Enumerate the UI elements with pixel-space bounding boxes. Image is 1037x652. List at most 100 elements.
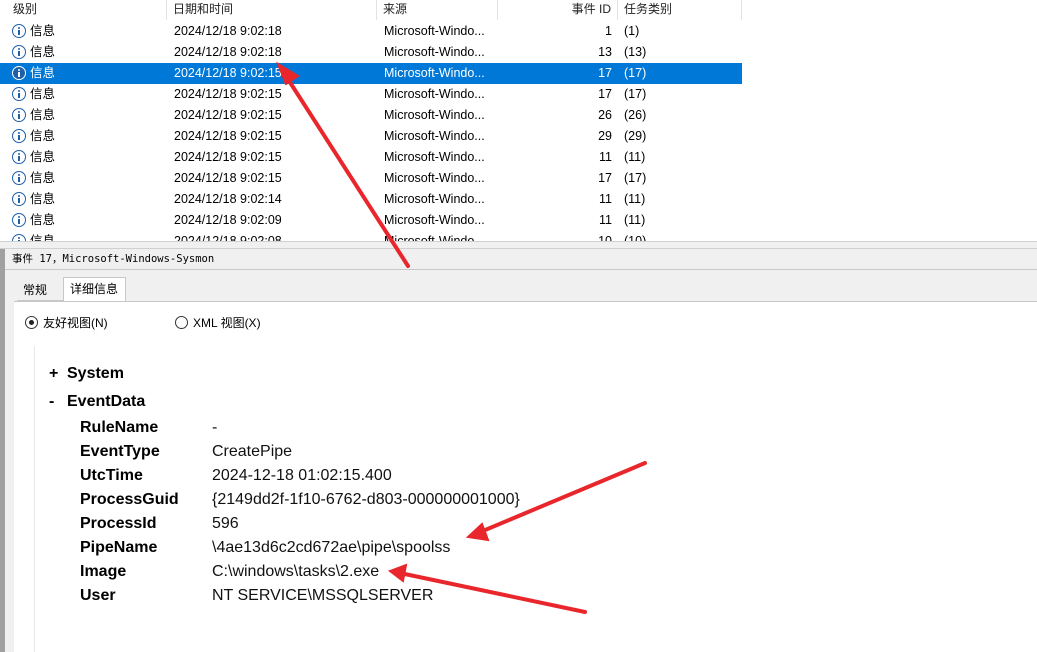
task-cell: (17) (624, 171, 647, 185)
event-id-cell: 26 (598, 108, 612, 122)
event-id-cell: 11 (599, 213, 612, 227)
field-key: PipeName (80, 539, 158, 556)
column-header-level[interactable]: 级别 (7, 0, 167, 20)
tab-general[interactable]: 常规 (17, 279, 63, 301)
column-header-datetime[interactable]: 日期和时间 (167, 0, 377, 20)
field-value[interactable]: - (212, 418, 217, 438)
detail-title: 事件 17，Microsoft-Windows-Sysmon (12, 253, 215, 265)
friendly-view-content[interactable]: + System - EventData RuleName - EventType Cre… (34, 346, 1037, 652)
table-row[interactable]: 信息 2024/12/18 9:02:09 Microsoft-Windo... 11… (0, 210, 742, 231)
field-value[interactable]: {2149dd2f-1f10-6762-d803-000000001000} (212, 490, 520, 510)
source-cell: Microsoft-Windo... (384, 45, 485, 59)
event-id-cell: 10 (598, 234, 612, 241)
table-row[interactable]: 信息 2024/12/18 9:02:15 Microsoft-Windo... 17… (0, 168, 742, 189)
radio-selected-icon (25, 316, 38, 329)
field-key: EventType (80, 443, 160, 460)
field-value[interactable]: NT SERVICE\MSSQLSERVER (212, 586, 433, 606)
table-row[interactable]: 信息 2024/12/18 9:02:15 Microsoft-Windo... 17… (0, 84, 742, 105)
source-cell: Microsoft-Windo... (384, 192, 485, 206)
table-row[interactable]: 信息 2024/12/18 9:02:15 Microsoft-Windo... 17… (0, 63, 742, 84)
expand-icon[interactable]: + (49, 364, 67, 384)
event-id-cell: 11 (599, 150, 612, 164)
level-cell: 信息 (30, 234, 56, 241)
info-icon (12, 24, 26, 38)
table-row[interactable]: 信息 2024/12/18 9:02:14 Microsoft-Windo... 11… (0, 189, 742, 210)
friendly-view-label: 友好视图(N) (43, 316, 108, 330)
field-key: Image (80, 563, 127, 580)
table-row[interactable]: 信息 2024/12/18 9:02:18 Microsoft-Windo... 13… (0, 42, 742, 63)
level-cell: 信息 (30, 24, 56, 38)
source-cell: Microsoft-Windo... (384, 129, 485, 143)
task-cell: (17) (624, 66, 647, 80)
datetime-cell: 2024/12/18 9:02:18 (174, 45, 282, 59)
info-icon (12, 171, 26, 185)
datetime-cell: 2024/12/18 9:02:18 (174, 24, 282, 38)
eventdata-node-label: EventData (67, 393, 146, 410)
level-cell: 信息 (30, 150, 56, 164)
event-id-cell: 1 (605, 24, 612, 38)
field-key: User (80, 587, 116, 604)
source-cell: Microsoft-Windo... (384, 213, 485, 227)
task-cell: (11) (624, 192, 646, 206)
level-cell: 信息 (30, 129, 56, 143)
info-icon (12, 129, 26, 143)
event-id-cell: 11 (599, 192, 612, 206)
field-key: ProcessGuid (80, 491, 179, 508)
task-cell: (26) (624, 108, 647, 122)
collapse-icon[interactable]: - (49, 392, 67, 412)
field-key: RuleName (80, 419, 159, 436)
source-cell: Microsoft-Windo... (384, 150, 485, 164)
task-cell: (17) (624, 87, 647, 101)
system-node-label: System (67, 365, 124, 382)
task-cell: (29) (624, 129, 647, 143)
details-tab-body: 友好视图(N) XML 视图(X) + System - EventData Rul… (14, 302, 1037, 652)
field-value[interactable]: 2024-12-18 01:02:15.400 (212, 466, 392, 486)
field-key: UtcTime (80, 467, 143, 484)
level-cell: 信息 (30, 45, 56, 59)
info-icon (12, 150, 26, 164)
info-icon (12, 45, 26, 59)
level-cell: 信息 (30, 66, 56, 80)
level-cell: 信息 (30, 192, 56, 206)
column-header-task[interactable]: 任务类别 (618, 0, 742, 20)
field-value[interactable]: \4ae13d6c2cd672ae\pipe\spoolss (212, 538, 450, 558)
table-row[interactable]: 信息 2024/12/18 9:02:15 Microsoft-Windo... 26… (0, 105, 742, 126)
datetime-cell: 2024/12/18 9:02:15 (174, 171, 282, 185)
datetime-cell: 2024/12/18 9:02:15 (174, 87, 282, 101)
table-row[interactable]: 信息 2024/12/18 9:02:15 Microsoft-Windo... 29… (0, 126, 742, 147)
source-cell: Microsoft-Windo... (384, 66, 485, 80)
info-icon (12, 234, 26, 241)
table-row[interactable]: 信息 2024/12/18 9:02:18 Microsoft-Windo... 1 (… (0, 21, 742, 42)
column-header-source[interactable]: 来源 (377, 0, 498, 20)
event-list[interactable]: 级别 日期和时间 来源 事件 ID 任务类别 信息 2024/12/18 9:02… (0, 0, 1037, 241)
datetime-cell: 2024/12/18 9:02:08 (174, 234, 282, 241)
pane-splitter[interactable] (0, 241, 1037, 249)
task-cell: (11) (624, 150, 646, 164)
datetime-cell: 2024/12/18 9:02:14 (174, 192, 282, 206)
field-value[interactable]: C:\windows\tasks\2.exe (212, 562, 379, 582)
info-icon (12, 108, 26, 122)
field-key: ProcessId (80, 515, 157, 532)
source-cell: Microsoft-Windo... (384, 171, 485, 185)
column-header-event-id[interactable]: 事件 ID (498, 0, 618, 20)
task-cell: (13) (624, 45, 647, 59)
table-row[interactable]: 信息 2024/12/18 9:02:08 Microsoft-Windo... 10… (0, 231, 742, 241)
datetime-cell: 2024/12/18 9:02:15 (174, 150, 282, 164)
datetime-cell: 2024/12/18 9:02:15 (174, 129, 282, 143)
level-cell: 信息 (30, 213, 56, 227)
field-value[interactable]: 596 (212, 514, 239, 534)
radio-unselected-icon (175, 316, 188, 329)
info-icon (12, 213, 26, 227)
task-cell: (1) (624, 24, 640, 38)
table-row[interactable]: 信息 2024/12/18 9:02:15 Microsoft-Windo... 11… (0, 147, 742, 168)
source-cell: Microsoft-Windo... (384, 234, 485, 241)
event-detail-pane: 事件 17，Microsoft-Windows-Sysmon 常规 详细信息 友… (0, 249, 1037, 652)
field-value[interactable]: CreatePipe (212, 442, 292, 462)
event-id-cell: 13 (598, 45, 612, 59)
task-cell: (10) (624, 234, 647, 241)
system-node[interactable]: + System (49, 364, 124, 384)
list-header: 级别 日期和时间 来源 事件 ID 任务类别 (0, 0, 1037, 20)
tab-details[interactable]: 详细信息 (63, 277, 126, 302)
xml-view-label: XML 视图(X) (193, 316, 261, 330)
eventdata-node[interactable]: - EventData (49, 392, 145, 412)
